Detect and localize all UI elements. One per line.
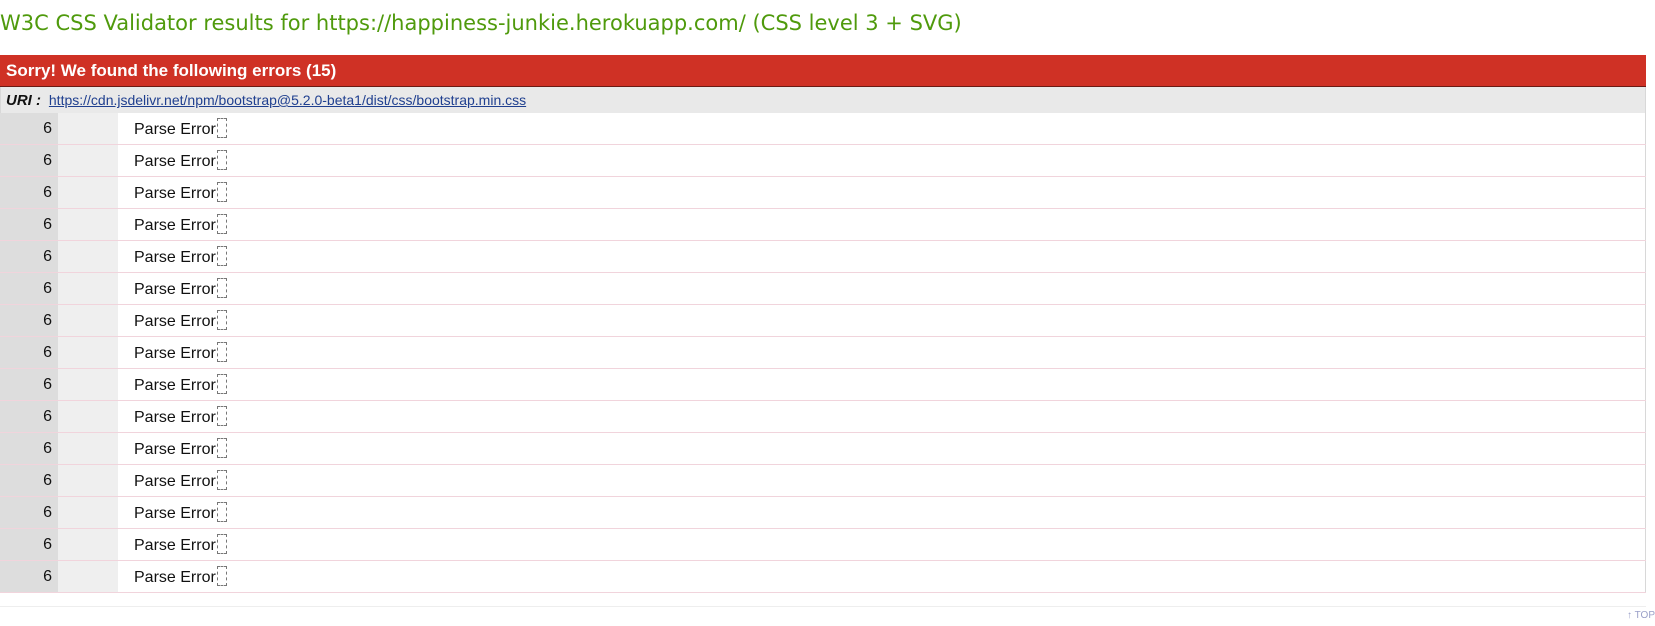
error-message-cell: Parse Error: [118, 272, 1646, 305]
table-row: 6 Parse Error: [0, 400, 1646, 433]
unprintable-char-icon: [216, 310, 227, 330]
error-message: Parse Error: [134, 473, 216, 490]
context-cell: [58, 368, 118, 401]
error-message: Parse Error: [134, 505, 216, 522]
error-message-cell: Parse Error: [118, 113, 1646, 145]
error-message-cell: Parse Error: [118, 240, 1646, 273]
line-number: 6: [0, 176, 58, 209]
error-message: Parse Error: [134, 537, 216, 554]
line-number: 6: [0, 304, 58, 337]
error-table: 6 Parse Error 6 Parse Error 6 Parse Error 6 Par…: [0, 113, 1646, 593]
error-message-cell: Parse Error: [118, 208, 1646, 241]
unprintable-char-icon: [216, 406, 227, 426]
line-number: 6: [0, 400, 58, 433]
context-cell: [58, 304, 118, 337]
unprintable-char-icon: [216, 214, 227, 234]
error-message-cell: Parse Error: [118, 464, 1646, 497]
unprintable-char-icon: [216, 438, 227, 458]
footer-divider: [0, 606, 1646, 607]
line-number: 6: [0, 272, 58, 305]
line-number: 6: [0, 432, 58, 465]
error-message-cell: Parse Error: [118, 560, 1646, 593]
table-row: 6 Parse Error: [0, 272, 1646, 305]
line-number: 6: [0, 528, 58, 561]
error-message-cell: Parse Error: [118, 176, 1646, 209]
table-row: 6 Parse Error: [0, 560, 1646, 593]
uri-link[interactable]: https://cdn.jsdelivr.net/npm/bootstrap@5…: [49, 92, 526, 108]
error-message-cell: Parse Error: [118, 432, 1646, 465]
line-number: 6: [0, 368, 58, 401]
line-number: 6: [0, 240, 58, 273]
unprintable-char-icon: [216, 182, 227, 202]
context-cell: [58, 240, 118, 273]
unprintable-char-icon: [216, 118, 227, 138]
context-cell: [58, 336, 118, 369]
error-message: Parse Error: [134, 569, 216, 586]
error-results-section: Sorry! We found the following errors (15…: [0, 55, 1646, 593]
unprintable-char-icon: [216, 534, 227, 554]
table-row: 6 Parse Error: [0, 432, 1646, 465]
error-message: Parse Error: [134, 153, 216, 170]
context-cell: [58, 113, 118, 145]
context-cell: [58, 176, 118, 209]
context-cell: [58, 208, 118, 241]
context-cell: [58, 144, 118, 177]
unprintable-char-icon: [216, 470, 227, 490]
error-message: Parse Error: [134, 249, 216, 266]
context-cell: [58, 464, 118, 497]
error-count-banner: Sorry! We found the following errors (15…: [0, 55, 1646, 87]
error-message-cell: Parse Error: [118, 144, 1646, 177]
uri-row: URI : https://cdn.jsdelivr.net/npm/boots…: [0, 87, 1646, 113]
table-row: 6 Parse Error: [0, 528, 1646, 561]
table-row: 6 Parse Error: [0, 464, 1646, 497]
unprintable-char-icon: [216, 150, 227, 170]
context-cell: [58, 528, 118, 561]
line-number: 6: [0, 208, 58, 241]
context-cell: [58, 560, 118, 593]
error-message-cell: Parse Error: [118, 304, 1646, 337]
error-message: Parse Error: [134, 377, 216, 394]
unprintable-char-icon: [216, 342, 227, 362]
error-message-cell: Parse Error: [118, 336, 1646, 369]
error-message: Parse Error: [134, 409, 216, 426]
line-number: 6: [0, 560, 58, 593]
context-cell: [58, 400, 118, 433]
line-number: 6: [0, 496, 58, 529]
line-number: 6: [0, 464, 58, 497]
error-message: Parse Error: [134, 217, 216, 234]
table-row: 6 Parse Error: [0, 176, 1646, 209]
uri-label: URI :: [6, 92, 41, 109]
error-message: Parse Error: [134, 441, 216, 458]
context-cell: [58, 432, 118, 465]
line-number: 6: [0, 113, 58, 145]
error-message: Parse Error: [134, 281, 216, 298]
error-message: Parse Error: [134, 185, 216, 202]
unprintable-char-icon: [216, 246, 227, 266]
error-message-cell: Parse Error: [118, 400, 1646, 433]
table-row: 6 Parse Error: [0, 304, 1646, 337]
table-row: 6 Parse Error: [0, 336, 1646, 369]
error-message-cell: Parse Error: [118, 496, 1646, 529]
unprintable-char-icon: [216, 566, 227, 586]
context-cell: [58, 496, 118, 529]
line-number: 6: [0, 144, 58, 177]
table-row: 6 Parse Error: [0, 144, 1646, 177]
context-cell: [58, 272, 118, 305]
table-row: 6 Parse Error: [0, 496, 1646, 529]
error-message: Parse Error: [134, 313, 216, 330]
error-message-cell: Parse Error: [118, 528, 1646, 561]
error-message-cell: Parse Error: [118, 368, 1646, 401]
page-title: W3C CSS Validator results for https://ha…: [0, 11, 962, 35]
unprintable-char-icon: [216, 374, 227, 394]
unprintable-char-icon: [216, 278, 227, 298]
error-message: Parse Error: [134, 121, 216, 138]
table-row: 6 Parse Error: [0, 368, 1646, 401]
table-row: 6 Parse Error: [0, 113, 1646, 145]
table-row: 6 Parse Error: [0, 240, 1646, 273]
error-message: Parse Error: [134, 345, 216, 362]
line-number: 6: [0, 336, 58, 369]
unprintable-char-icon: [216, 502, 227, 522]
back-to-top-link[interactable]: ↑ TOP: [1627, 610, 1655, 621]
table-row: 6 Parse Error: [0, 208, 1646, 241]
